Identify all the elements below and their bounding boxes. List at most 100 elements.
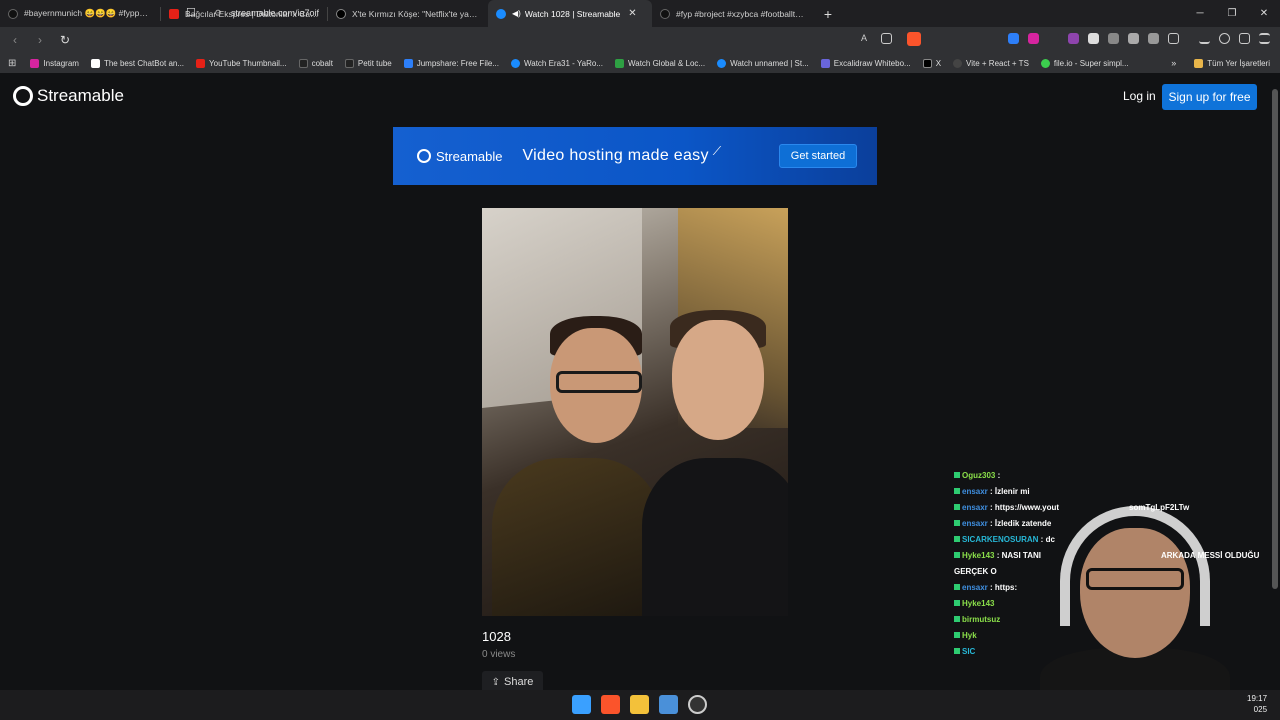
chat-message: Hyk: [954, 628, 1280, 644]
bookmark-item[interactable]: cobalt: [298, 58, 333, 68]
bookmark-item[interactable]: Watch Global & Loc...: [614, 58, 705, 68]
download-icon[interactable]: [1199, 33, 1210, 44]
sidebar-icon[interactable]: [1168, 33, 1179, 44]
streamable-logo[interactable]: Streamable: [13, 86, 124, 106]
file-explorer-icon[interactable]: [630, 695, 649, 714]
chat-message: Oguz303 :: [954, 468, 1280, 484]
video-frame-person-left-body: [492, 458, 662, 616]
mail-icon[interactable]: [659, 695, 678, 714]
bookmarks-bar: ⊞ Instagram The best ChatBot an... YouTu…: [0, 53, 1280, 73]
more-bookmarks-icon[interactable]: »: [1171, 58, 1176, 68]
shield-icon[interactable]: [1239, 33, 1250, 44]
extension-icon[interactable]: [1008, 33, 1019, 44]
youtube-thumbnail-icon: [196, 58, 206, 68]
bookmark-item[interactable]: Petit tube: [344, 58, 392, 68]
chat-message: Hyke143 : NASI TANI ARKADA MESSİ OLDUĞU: [954, 548, 1280, 564]
get-started-button[interactable]: Get started: [779, 144, 857, 168]
windows-start-icon[interactable]: [572, 695, 591, 714]
chat-badge-icon: [954, 472, 960, 478]
close-window-icon[interactable]: ✕: [1248, 0, 1280, 27]
windows-taskbar: [0, 690, 1280, 720]
chat-message: ensaxr : https:: [954, 580, 1280, 596]
excalidraw-icon: [820, 58, 830, 68]
video-frame-person-right-body: [642, 458, 788, 616]
chat-badge-icon: [954, 648, 960, 654]
obs-icon[interactable]: [688, 695, 707, 714]
music-icon[interactable]: [1219, 33, 1230, 44]
chat-badge-icon: [954, 584, 960, 590]
tab-tiktok-bayern[interactable]: #bayernmunich 😄😄😄 #fypppppp: [0, 0, 160, 27]
instagram-icon: [30, 58, 40, 68]
url-text: streamable.com/ia7oif: [231, 8, 320, 18]
chat-message: ensaxr : İzledik zatende: [954, 516, 1280, 532]
brave-shield-icon[interactable]: [907, 32, 921, 46]
extension-icon[interactable]: [1028, 33, 1039, 44]
taskbar-icons: [572, 695, 707, 714]
chat-message: ensaxr : https://www.yout somTgLpF2LTw: [954, 500, 1280, 516]
video-views: 0 views: [482, 649, 516, 660]
bookmark-page-icon[interactable]: ☐: [186, 6, 196, 19]
chat-message: Hyke143: [954, 596, 1280, 612]
apps-grid-icon[interactable]: ⊞: [8, 58, 16, 69]
extension-icon[interactable]: [1108, 33, 1119, 44]
bookmark-item[interactable]: The best ChatBot an...: [90, 58, 184, 68]
chat-message: SICARKENOSURAN : dc: [954, 532, 1280, 548]
chat-badge-icon: [954, 536, 960, 542]
extension-icon[interactable]: [1068, 33, 1079, 44]
share-page-icon[interactable]: [881, 33, 892, 44]
promo-banner[interactable]: Streamable Video hosting made easy ⟋ Get…: [393, 127, 877, 185]
video-frame-face-right: [672, 320, 764, 440]
omnibox-actions: A: [861, 33, 892, 44]
video-frame-glasses: [556, 371, 642, 393]
restore-icon[interactable]: ❐: [1216, 0, 1248, 27]
x-icon: [922, 58, 932, 68]
system-clock[interactable]: 19:17 025: [1247, 693, 1267, 715]
chat-message: GERÇEK O: [954, 567, 997, 576]
chat-message: SIC: [954, 644, 1280, 660]
forward-icon[interactable]: ›: [30, 33, 50, 47]
bookmark-item[interactable]: Instagram: [30, 58, 79, 68]
site-info-icon[interactable]: ⚙: [214, 8, 222, 19]
bookmark-item[interactable]: Watch unnamed | St...: [717, 58, 809, 68]
window-controls: ─ ❐ ✕: [1184, 0, 1280, 27]
globe-icon: [953, 58, 963, 68]
chat-badge-icon: [954, 600, 960, 606]
all-bookmarks-folder[interactable]: Tüm Yer İşaretleri: [1194, 58, 1270, 68]
video-title: 1028: [482, 629, 511, 644]
brave-browser-icon[interactable]: [601, 695, 620, 714]
menu-icon[interactable]: [1259, 33, 1270, 44]
bookmark-item[interactable]: Watch Era31 - YaRo...: [510, 58, 603, 68]
omnibox[interactable]: ⚙ streamable.com/ia7oif: [205, 3, 925, 23]
login-link[interactable]: Log in: [1123, 89, 1156, 103]
chat-badge-icon: [954, 504, 960, 510]
streamable-logo-icon: [417, 149, 431, 163]
bookmark-item[interactable]: X: [922, 58, 941, 68]
minimize-icon[interactable]: ─: [1184, 0, 1216, 27]
bookmark-item[interactable]: YouTube Thumbnail...: [196, 58, 287, 68]
bookmark-item[interactable]: Jumpshare: Free File...: [403, 58, 499, 68]
extension-icon[interactable]: [1088, 33, 1099, 44]
video-player[interactable]: [482, 208, 788, 616]
jumpshare-icon: [403, 58, 413, 68]
signup-button[interactable]: Sign up for free: [1162, 84, 1257, 110]
extensions-row: [1008, 33, 1179, 44]
bookmark-item[interactable]: file.io - Super simpl...: [1040, 58, 1129, 68]
reload-icon[interactable]: ↻: [55, 33, 75, 47]
cobalt-icon: [298, 58, 308, 68]
bookmark-item[interactable]: Excalidraw Whitebo...: [820, 58, 911, 68]
tiktok-icon: [8, 8, 18, 19]
banner-logo: Streamable: [417, 149, 502, 164]
translate-icon[interactable]: A: [861, 33, 872, 44]
chat-overlay: Oguz303 : ensaxr : İzlenir mi ensaxr : h…: [954, 468, 1280, 660]
back-icon[interactable]: ‹: [5, 33, 25, 47]
extension-icon[interactable]: [1048, 33, 1059, 44]
bookmark-item[interactable]: Vite + React + TS: [953, 58, 1029, 68]
chat-message: birmutsuz: [954, 612, 1280, 628]
petit-tube-icon: [344, 58, 354, 68]
chat-badge-icon: [954, 520, 960, 526]
chat-badge-icon: [954, 616, 960, 622]
banner-tagline: Video hosting made easy: [522, 147, 709, 164]
puzzle-icon[interactable]: [1148, 33, 1159, 44]
streamable-icon: [717, 58, 727, 68]
extension-icon[interactable]: [1128, 33, 1139, 44]
